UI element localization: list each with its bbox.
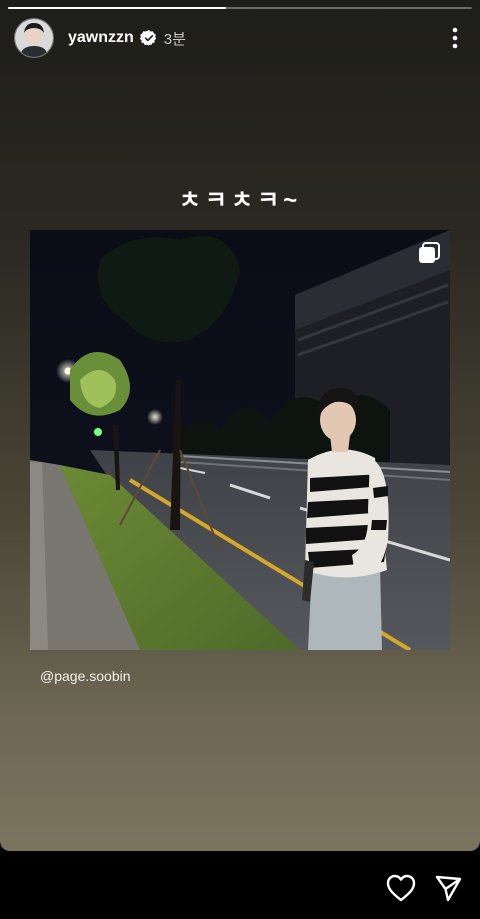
send-icon[interactable] [434,874,462,902]
avatar[interactable] [14,18,54,58]
more-vertical-icon[interactable] [444,25,466,51]
post-time: 3분 [163,30,186,48]
story-progress-fill [8,7,227,9]
story-progress-bar [8,7,472,9]
verified-badge-icon [139,29,158,47]
mention-tag[interactable]: @page.soobin [40,668,131,684]
story-caption: ㅊㅋㅊㅋ~ [178,187,302,214]
multiple-photos-icon [418,242,440,264]
heart-icon[interactable] [386,874,416,902]
shared-post-image[interactable] [30,230,450,650]
story-frame[interactable]: yawnzzn 3분 ㅊㅋㅊㅋ~ @page.soobin [0,0,480,851]
username[interactable]: yawnzzn [68,29,134,47]
story-header: yawnzzn 3분 [14,18,466,58]
